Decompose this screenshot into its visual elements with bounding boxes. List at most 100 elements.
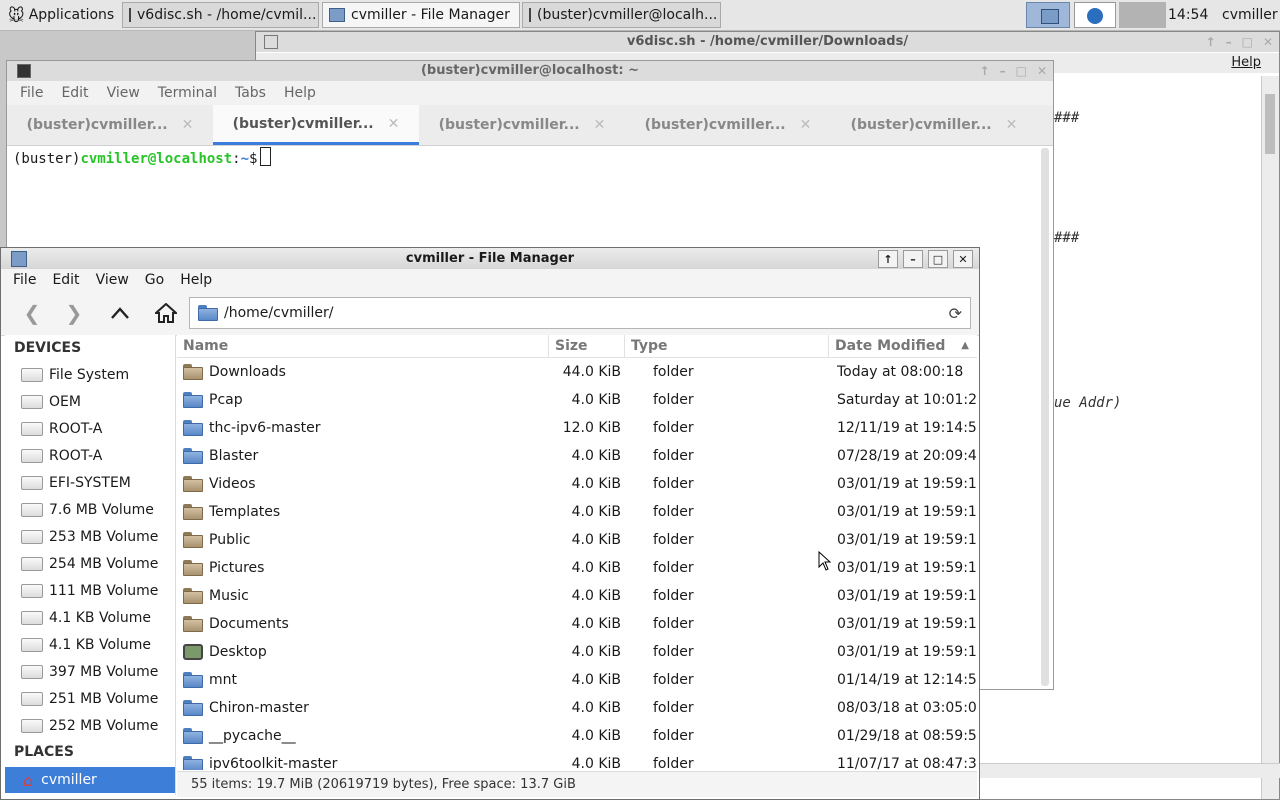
editor-horizontal-scrollbar[interactable] — [980, 763, 1280, 778]
terminal-menu-edit[interactable]: Edit — [52, 85, 97, 101]
editor-close-icon[interactable]: ✕ — [1263, 32, 1273, 52]
file-row[interactable]: Chiron-master 4.0 KiB folder 08/03/18 at 03… — [177, 694, 977, 722]
file-row[interactable]: Templates 4.0 KiB folder 03/01/19 at 19:59:… — [177, 498, 977, 526]
sidebar-device[interactable]: 4.1 KB Volume — [5, 604, 175, 631]
column-header-size[interactable]: Size — [549, 335, 625, 357]
terminal-menu-file[interactable]: File — [11, 85, 52, 101]
sidebar-device[interactable]: 254 MB Volume — [5, 550, 175, 577]
file-row[interactable]: thc-ipv6-master 12.0 KiB folder 12/11/19 at… — [177, 414, 977, 442]
file-row[interactable]: mnt 4.0 KiB folder 01/14/19 at 12:14:56 — [177, 666, 977, 694]
sidebar-device[interactable]: 251 MB Volume — [5, 685, 175, 712]
editor-help-menu[interactable]: Help — [1231, 55, 1261, 70]
file-size: 4.0 KiB — [571, 532, 621, 548]
taskbar-item-editor[interactable]: v6disc.sh - /home/cvmil... — [122, 2, 319, 28]
sidebar-device[interactable]: File System — [5, 361, 175, 388]
sidebar-device[interactable]: EFI-SYSTEM — [5, 469, 175, 496]
terminal-tab[interactable]: (buster)cvmiller... ✕ — [7, 105, 213, 145]
tab-close-icon[interactable]: ✕ — [594, 117, 606, 133]
file-size: 4.0 KiB — [571, 588, 621, 604]
file-row[interactable]: Videos 4.0 KiB folder 03/01/19 at 19:59:14 — [177, 470, 977, 498]
back-icon[interactable]: ❮ — [19, 301, 45, 325]
user-menu[interactable]: cvmiller — [1222, 0, 1278, 30]
file-row[interactable]: Pictures 4.0 KiB folder 03/01/19 at 19:59:1… — [177, 554, 977, 582]
tab-close-icon[interactable]: ✕ — [1006, 117, 1018, 133]
file-date: 08/03/18 at 03:05:05 — [837, 700, 977, 716]
fm-menu-view[interactable]: View — [88, 272, 137, 288]
drive-icon — [21, 583, 43, 598]
fm-menu-go[interactable]: Go — [137, 272, 172, 288]
terminal-tab-active[interactable]: (buster)cvmiller... ✕ — [213, 105, 419, 145]
raise-icon[interactable]: ↑ — [878, 250, 898, 268]
file-name-cell: __pycache__ — [177, 728, 549, 744]
location-bar[interactable]: /home/cvmiller/ ⟳ — [189, 297, 971, 329]
file-row[interactable]: ipv6toolkit-master 4.0 KiB folder 11/07/17 … — [177, 750, 977, 770]
editor-maximize-icon[interactable]: □ — [1242, 32, 1253, 52]
sidebar-device[interactable]: OEM — [5, 388, 175, 415]
column-header-date[interactable]: Date Modified ▲ — [829, 335, 977, 357]
terminal-prompt[interactable]: (buster)cvmiller@localhost:~$ — [13, 147, 272, 167]
applications-menu-button[interactable]: 🐭 Applications — [2, 2, 120, 28]
close-icon[interactable]: ✕ — [953, 250, 973, 268]
reload-icon[interactable]: ⟳ — [949, 304, 962, 323]
maximize-icon[interactable]: □ — [928, 250, 948, 268]
workspace-switcher[interactable] — [1026, 2, 1070, 28]
sidebar-device[interactable]: ROOT-A — [5, 442, 175, 469]
editor-raise-icon[interactable]: ↑ — [1206, 32, 1216, 52]
terminal-menu-help[interactable]: Help — [275, 85, 325, 101]
editor-minimize-icon[interactable]: – — [1226, 32, 1232, 52]
terminal-tab[interactable]: (buster)cvmiller... ✕ — [419, 105, 625, 145]
terminal-tab[interactable]: (buster)cvmiller... ✕ — [831, 105, 1037, 145]
terminal-raise-icon[interactable]: ↑ — [980, 61, 990, 81]
fm-menu-file[interactable]: File — [5, 272, 44, 288]
sidebar-device[interactable]: 253 MB Volume — [5, 523, 175, 550]
file-row[interactable]: Public 4.0 KiB folder 03/01/19 at 19:59:14 — [177, 526, 977, 554]
file-row[interactable]: Downloads 44.0 KiB folder Today at 08:00:18 — [177, 358, 977, 386]
network-tray-icon[interactable] — [1074, 2, 1116, 28]
file-row[interactable]: Blaster 4.0 KiB folder 07/28/19 at 20:09:44 — [177, 442, 977, 470]
terminal-minimize-icon[interactable]: – — [1000, 61, 1006, 81]
file-row[interactable]: Pcap 4.0 KiB folder Saturday at 10:01:23 — [177, 386, 977, 414]
column-header-type[interactable]: Type — [625, 335, 829, 357]
tab-close-icon[interactable]: ✕ — [800, 117, 812, 133]
file-type: folder — [653, 756, 694, 770]
fm-menu-edit[interactable]: Edit — [44, 272, 87, 288]
sidebar-device[interactable]: 111 MB Volume — [5, 577, 175, 604]
terminal-menu-terminal[interactable]: Terminal — [149, 85, 226, 101]
sidebar-device[interactable]: 397 MB Volume — [5, 658, 175, 685]
minimize-icon[interactable]: – — [903, 250, 923, 268]
sidebar-device[interactable]: 4.1 KB Volume — [5, 631, 175, 658]
terminal-scrollbar[interactable] — [1041, 148, 1049, 686]
file-row[interactable]: Music 4.0 KiB folder 03/01/19 at 19:59:14 — [177, 582, 977, 610]
file-name-cell: ipv6toolkit-master — [177, 756, 549, 770]
file-manager-titlebar[interactable]: cvmiller - File Manager ↑ – □ ✕ — [1, 248, 979, 269]
terminal-menu-view[interactable]: View — [98, 85, 149, 101]
home-icon[interactable] — [153, 301, 179, 325]
editor-titlebar[interactable]: v6disc.sh - /home/cvmiller/Downloads/ ↑ … — [256, 32, 1279, 52]
terminal-titlebar[interactable]: (buster)cvmiller@localhost: ~ ↑ – □ ✕ — [7, 61, 1053, 81]
forward-icon[interactable]: ❯ — [61, 301, 87, 325]
clock[interactable]: 14:54 — [1168, 0, 1208, 30]
column-header-name[interactable]: Name — [177, 335, 549, 357]
editor-scroll-thumb[interactable] — [1265, 94, 1275, 154]
terminal-close-icon[interactable]: ✕ — [1037, 61, 1047, 81]
sidebar-device[interactable]: 252 MB Volume — [5, 712, 175, 739]
file-row[interactable]: __pycache__ 4.0 KiB folder 01/29/18 at 08:5… — [177, 722, 977, 750]
tab-close-icon[interactable]: ✕ — [182, 117, 194, 133]
editor-vertical-scrollbar[interactable] — [1261, 76, 1279, 799]
parent-folder-icon[interactable] — [107, 301, 133, 325]
taskbar-item-file-manager[interactable]: cvmiller - File Manager — [322, 2, 520, 28]
file-row[interactable]: Desktop 4.0 KiB folder 03/01/19 at 19:59:14 — [177, 638, 977, 666]
file-date: 03/01/19 at 19:59:14 — [837, 616, 977, 632]
sidebar-place-home[interactable]: ⌂ cvmiller — [5, 767, 175, 793]
terminal-maximize-icon[interactable]: □ — [1016, 61, 1027, 81]
sidebar-device[interactable]: ROOT-A — [5, 415, 175, 442]
sidebar-device[interactable]: 7.6 MB Volume — [5, 496, 175, 523]
file-manager-window: cvmiller - File Manager ↑ – □ ✕ File Edi… — [0, 247, 980, 800]
terminal-menu-tabs[interactable]: Tabs — [226, 85, 275, 101]
fm-menu-help[interactable]: Help — [172, 272, 220, 288]
tab-close-icon[interactable]: ✕ — [388, 116, 400, 132]
taskbar-item-terminal[interactable]: (buster)cvmiller@localh... — [522, 2, 721, 28]
file-row[interactable]: Documents 4.0 KiB folder 03/01/19 at 19:59:… — [177, 610, 977, 638]
terminal-tab[interactable]: (buster)cvmiller... ✕ — [625, 105, 831, 145]
tray-slot[interactable] — [1119, 2, 1166, 28]
